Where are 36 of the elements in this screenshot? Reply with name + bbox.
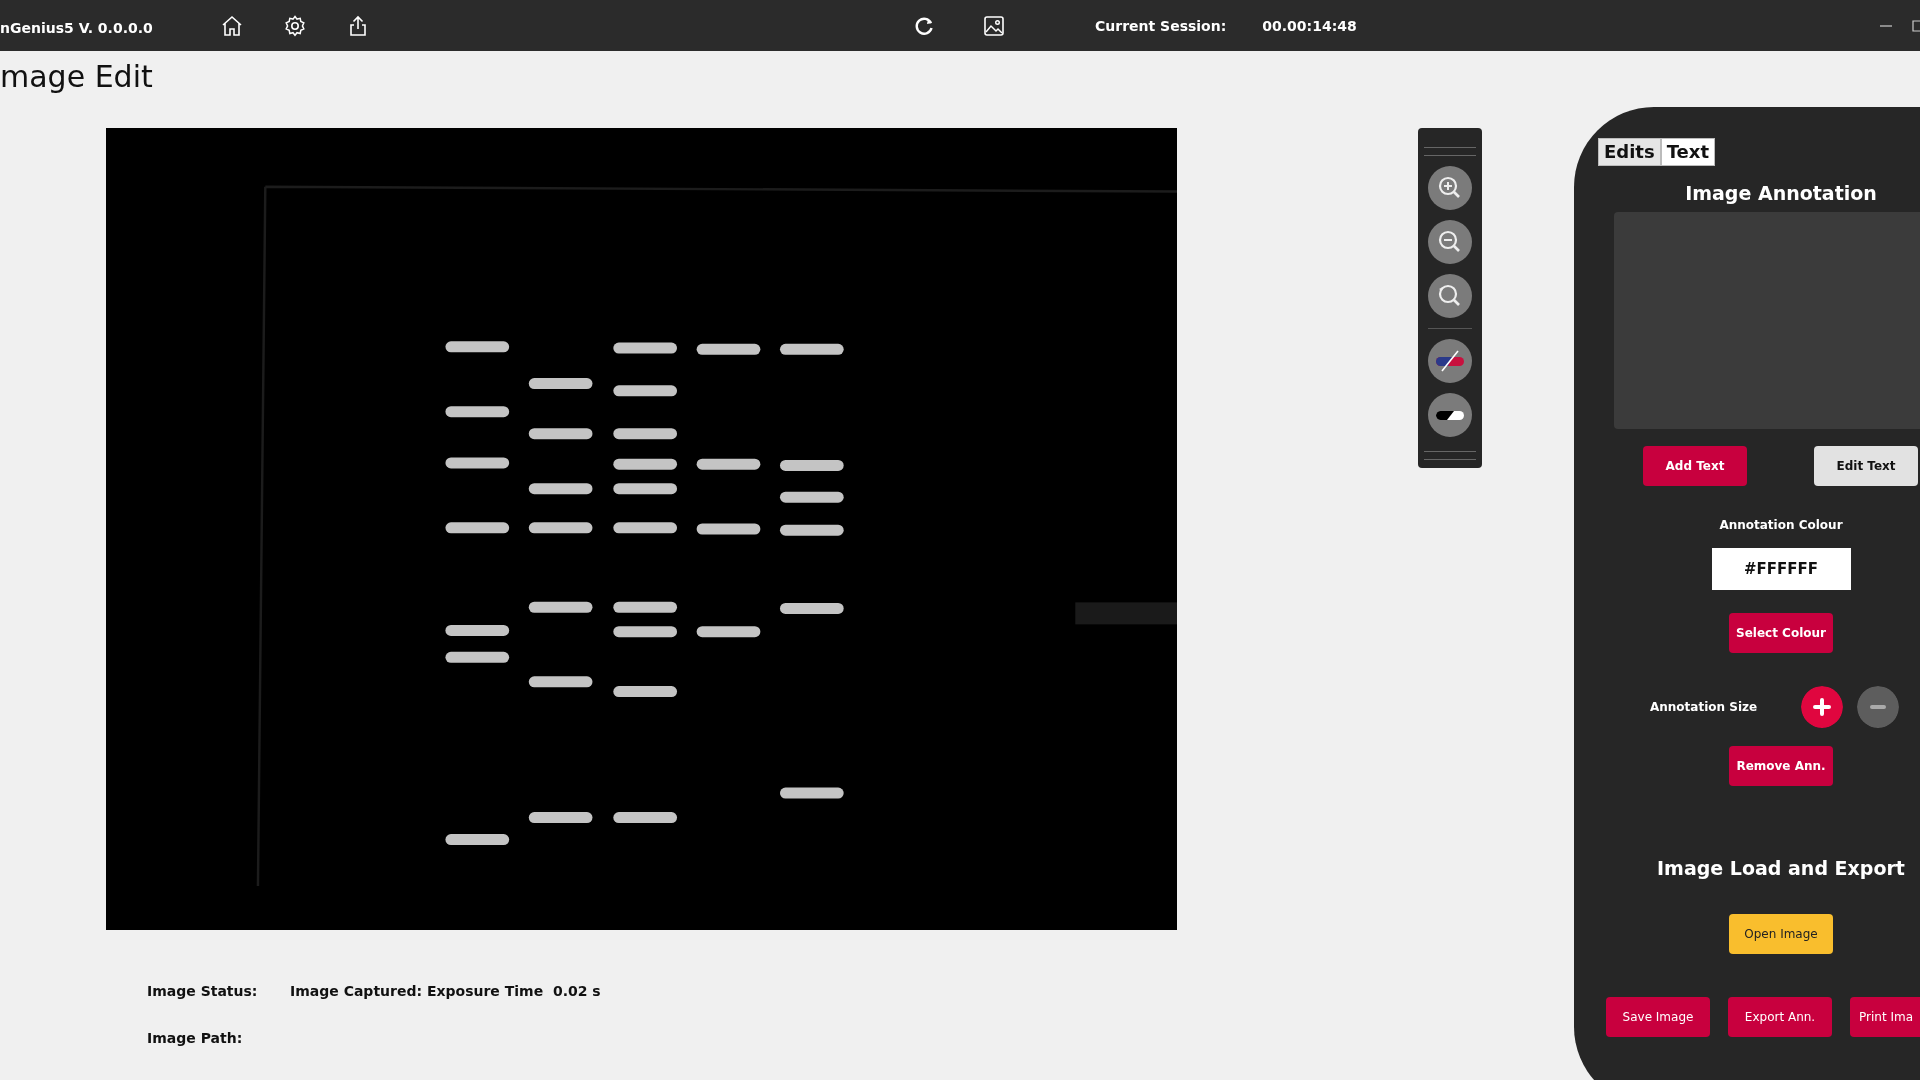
page-title: mage Edit <box>0 58 154 96</box>
grip-handle[interactable] <box>1424 451 1476 460</box>
zoom-out-icon[interactable] <box>1428 220 1472 264</box>
maximize-icon[interactable] <box>1912 17 1920 34</box>
home-icon[interactable] <box>220 13 244 38</box>
select-colour-button[interactable]: Select Colour <box>1729 613 1833 653</box>
remove-annotation-button[interactable]: Remove Ann. <box>1729 746 1833 786</box>
minus-icon[interactable] <box>1857 686 1899 728</box>
export-action-button[interactable]: Save Image <box>1606 997 1710 1037</box>
size-label: Annotation Size <box>1650 700 1759 714</box>
colour-label: Annotation Colour <box>1719 518 1843 532</box>
image-icon[interactable] <box>983 14 1005 37</box>
plus-icon[interactable] <box>1801 686 1843 728</box>
app-title: nGenius5 V. 0.0.0.0 <box>0 19 154 36</box>
status-value: Image Captured: Exposure Time 0.02 s <box>290 983 601 999</box>
refresh-icon[interactable] <box>913 14 935 37</box>
colour-input[interactable]: #FFFFFF <box>1711 548 1851 590</box>
settings-icon[interactable] <box>283 13 307 38</box>
zoom-in-icon[interactable] <box>1428 166 1472 210</box>
path-label: Image Path: <box>147 1030 244 1046</box>
panel-tab[interactable]: Text <box>1660 138 1715 166</box>
open-image-button[interactable]: Open Image <box>1729 914 1833 954</box>
edit-text-button[interactable]: Edit Text <box>1814 446 1918 486</box>
export-action-button[interactable]: Export Ann. <box>1728 997 1832 1037</box>
panel-heading: Image Annotation <box>1685 181 1877 206</box>
color-invert-icon[interactable] <box>1428 339 1472 383</box>
add-text-button[interactable]: Add Text <box>1643 446 1747 486</box>
zoom-reset-icon[interactable] <box>1428 274 1472 318</box>
session-label: Current Session: <box>1095 17 1227 34</box>
session-time: 00.00:14:48 <box>1262 17 1357 34</box>
panel-tab[interactable]: Edits <box>1598 138 1661 166</box>
grip-handle[interactable] <box>1424 147 1476 156</box>
status-label: Image Status: <box>147 983 259 999</box>
contrast-icon[interactable] <box>1428 393 1472 437</box>
export-action-button[interactable]: Print Ima <box>1850 997 1920 1037</box>
section-heading: Image Load and Export <box>1657 856 1905 881</box>
